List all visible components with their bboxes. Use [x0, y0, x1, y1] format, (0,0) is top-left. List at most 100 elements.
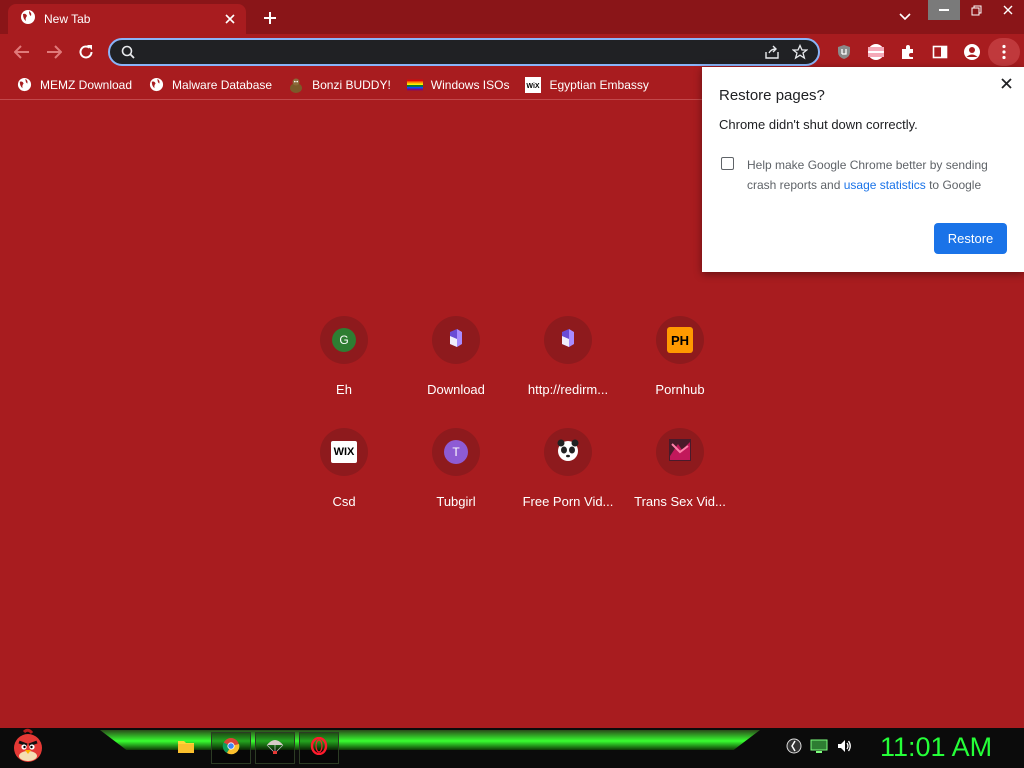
crash-report-label: Help make Google Chrome better by sendin… [747, 155, 1007, 195]
globe-icon [148, 77, 164, 93]
shortcut-label: Pornhub [655, 382, 705, 397]
address-bar[interactable] [108, 38, 820, 66]
thumb-icon [668, 438, 692, 467]
parachute-icon [265, 737, 285, 760]
ublock-icon[interactable] [828, 38, 860, 66]
mega-icon [559, 328, 577, 353]
shortcut-grid: G Eh Download http://redirm... PH Pornhu… [288, 308, 736, 524]
title-bar: New Tab [0, 0, 1024, 34]
shortcut-tile[interactable]: Download [400, 308, 512, 412]
wix-icon: WiX [525, 76, 542, 93]
globe-icon [16, 77, 32, 93]
globe-icon [20, 9, 36, 30]
shortcut-icon-circle [544, 428, 592, 476]
opera-icon [310, 736, 328, 760]
letter-badge-icon: G [332, 328, 356, 352]
tab-title: New Tab [44, 12, 91, 26]
new-tab-button[interactable] [258, 6, 282, 30]
shortcut-tile[interactable]: Free Porn Vid... [512, 420, 624, 524]
window-controls [928, 0, 1024, 20]
share-icon[interactable] [758, 40, 786, 64]
taskbar-clock[interactable]: 11:01 AM [880, 732, 992, 763]
tab-new-tab[interactable]: New Tab [8, 4, 246, 34]
network-icon[interactable] [810, 738, 828, 759]
shortcut-icon-circle [432, 316, 480, 364]
svg-text:WiX: WiX [527, 83, 540, 90]
volume-icon[interactable] [836, 738, 852, 759]
back-button[interactable] [8, 38, 36, 66]
side-panel-icon[interactable] [924, 38, 956, 66]
bookmark-label: Windows ISOs [430, 77, 510, 92]
shortcut-icon-circle: T [432, 428, 480, 476]
bookmark-malware-database[interactable]: Malware Database [140, 72, 280, 98]
tab-search-button[interactable] [893, 6, 917, 28]
system-tray [786, 738, 852, 759]
taskbar-explorer-button[interactable] [170, 732, 202, 764]
minimize-button[interactable] [928, 0, 960, 20]
taskbar: 11:01 AM [0, 728, 1024, 768]
search-icon [114, 40, 142, 64]
bookmark-egyptian-embassy[interactable]: WiX Egyptian Embassy [517, 72, 656, 98]
close-window-button[interactable] [992, 0, 1024, 20]
bookmark-label: Egyptian Embassy [549, 77, 649, 92]
shortcut-icon-circle: WIX [320, 428, 368, 476]
reload-button[interactable] [72, 38, 100, 66]
mega-icon [447, 328, 465, 353]
bookmark-bonzi-buddy[interactable]: Bonzi BUDDY! [280, 72, 399, 98]
profile-flag-icon[interactable] [860, 38, 892, 66]
panda-icon [556, 438, 580, 467]
shortcut-icon-circle: PH [656, 316, 704, 364]
shortcut-label: Eh [336, 382, 352, 397]
shortcut-tile[interactable]: http://redirm... [512, 308, 624, 412]
bookmark-memz-download[interactable]: MEMZ Download [8, 72, 140, 98]
taskbar-chrome-button[interactable] [211, 732, 251, 764]
shortcut-label: Tubgirl [436, 494, 476, 509]
bookmark-star-icon[interactable] [786, 40, 814, 64]
close-icon[interactable] [996, 73, 1016, 93]
shortcut-label: http://redirm... [527, 382, 609, 397]
ph-badge-icon: PH [667, 327, 693, 353]
account-icon[interactable] [956, 38, 988, 66]
shortcut-icon-circle [656, 428, 704, 476]
restore-pages-dialog: Restore pages? Chrome didn't shut down c… [702, 67, 1024, 272]
taskbar-opera-button[interactable] [299, 732, 339, 764]
shortcut-tile[interactable]: WIX Csd [288, 420, 400, 524]
close-tab-icon[interactable] [220, 9, 240, 29]
chrome-icon [222, 737, 240, 760]
restore-button[interactable]: Restore [934, 223, 1007, 254]
letter-badge-icon: T [444, 440, 468, 464]
bookmark-label: Malware Database [172, 77, 273, 92]
shortcut-tile[interactable]: T Tubgirl [400, 420, 512, 524]
shortcut-icon-circle: G [320, 316, 368, 364]
address-input[interactable] [142, 40, 758, 64]
shortcut-tile[interactable]: Trans Sex Vid... [624, 420, 736, 524]
shortcut-icon-circle [544, 316, 592, 364]
usage-statistics-link[interactable]: usage statistics [844, 178, 926, 192]
taskbar-app-button[interactable] [255, 732, 295, 764]
start-button[interactable] [8, 728, 48, 768]
consent-text-end: to Google [925, 178, 982, 192]
dialog-title: Restore pages? [719, 87, 825, 104]
bookmark-label: Bonzi BUDDY! [312, 77, 391, 92]
shortcut-label: Download [427, 382, 485, 397]
shortcut-label: Trans Sex Vid... [634, 494, 726, 509]
restore-window-button[interactable] [960, 0, 992, 20]
wix-badge-icon: WIX [331, 441, 357, 463]
toolbar [0, 34, 1024, 70]
bookmark-windows-isos[interactable]: Windows ISOs [399, 72, 518, 98]
tray-app-icon[interactable] [786, 738, 802, 759]
shortcut-tile[interactable]: PH Pornhub [624, 308, 736, 412]
forward-button[interactable] [40, 38, 68, 66]
shortcut-label: Free Porn Vid... [522, 494, 614, 509]
menu-kebab-icon[interactable] [988, 38, 1020, 66]
rainbow-flag-icon [406, 77, 423, 93]
bookmark-label: MEMZ Download [40, 77, 133, 92]
crash-report-checkbox[interactable] [721, 157, 734, 170]
shortcut-tile[interactable]: G Eh [288, 308, 400, 412]
puzzle-icon[interactable] [892, 38, 924, 66]
dialog-message: Chrome didn't shut down correctly. [719, 117, 918, 132]
angry-bird-icon [10, 728, 46, 768]
bonzi-icon [288, 77, 304, 93]
shortcut-label: Csd [332, 494, 356, 509]
extensions-area [828, 38, 1020, 66]
